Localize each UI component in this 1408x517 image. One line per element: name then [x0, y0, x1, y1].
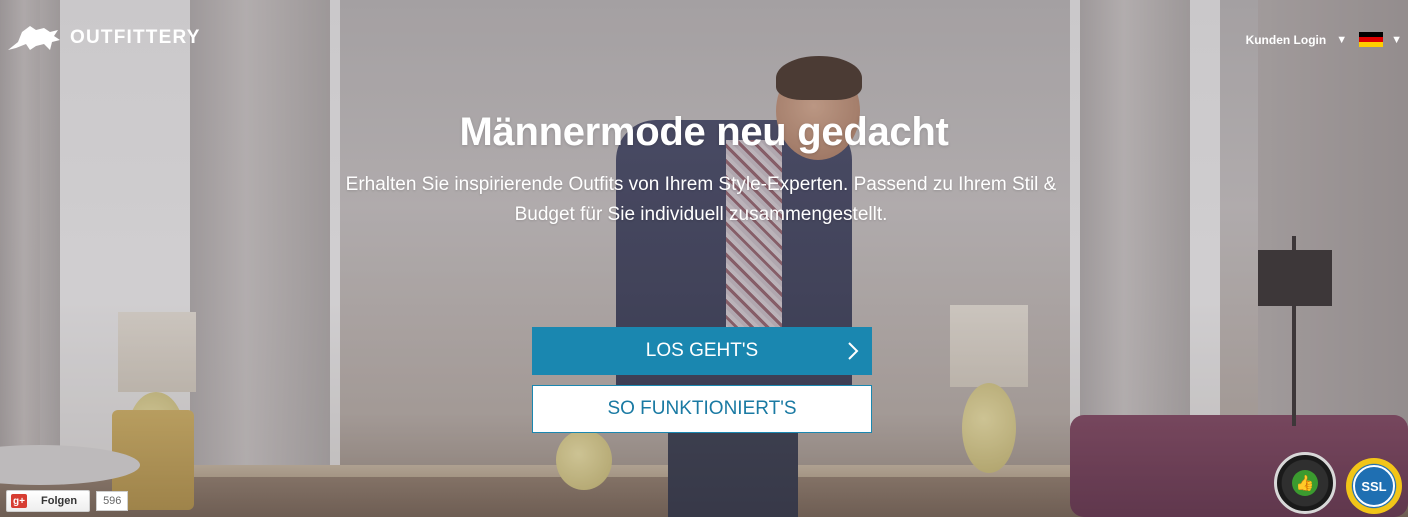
how-it-works-label: SO FUNKTIONIERT'S — [607, 398, 797, 419]
ssl-label: SSL — [1353, 465, 1395, 507]
follow-label: Folgen — [41, 495, 78, 507]
logo-text: OUTFITTERY — [70, 27, 201, 48]
page-headline: Männermode neu gedacht — [459, 110, 949, 154]
hero-section: OUTFITTERY Kunden Login ▼ ▼ Männermode n… — [0, 0, 1408, 517]
ekomi-feedback-badge[interactable]: 👍 — [1274, 452, 1336, 514]
follower-count: 596 — [96, 491, 129, 511]
customer-login-dropdown[interactable]: Kunden Login ▼ — [1246, 33, 1348, 47]
logo[interactable]: OUTFITTERY — [6, 22, 201, 54]
customer-login-label: Kunden Login — [1245, 32, 1327, 47]
caret-down-icon: ▼ — [1336, 33, 1348, 46]
caret-down-icon: ▼ — [1391, 33, 1402, 46]
how-it-works-button[interactable]: SO FUNKTIONIERT'S — [532, 385, 872, 433]
page-subheadline: Erhalten Sie inspirierende Outfits von I… — [345, 174, 1057, 225]
start-button[interactable]: LOS GEHT'S — [532, 327, 872, 375]
thumbs-up-icon: 👍 — [1292, 470, 1318, 496]
google-plus-follow-widget: g+ Folgen 596 — [6, 490, 129, 512]
outfittery-lion-logo-icon — [8, 26, 60, 50]
chevron-right-icon — [848, 342, 859, 360]
google-plus-follow-button[interactable]: g+ Folgen — [6, 490, 91, 512]
google-plus-icon: g+ — [11, 494, 27, 508]
background-image — [0, 0, 1408, 517]
language-selector[interactable]: ▼ — [1359, 32, 1402, 47]
header-actions: Kunden Login ▼ ▼ — [1246, 32, 1402, 47]
german-flag-icon — [1359, 32, 1384, 47]
ssl-security-badge[interactable]: SSL — [1346, 458, 1402, 514]
start-button-label: LOS GEHT'S — [645, 340, 759, 361]
